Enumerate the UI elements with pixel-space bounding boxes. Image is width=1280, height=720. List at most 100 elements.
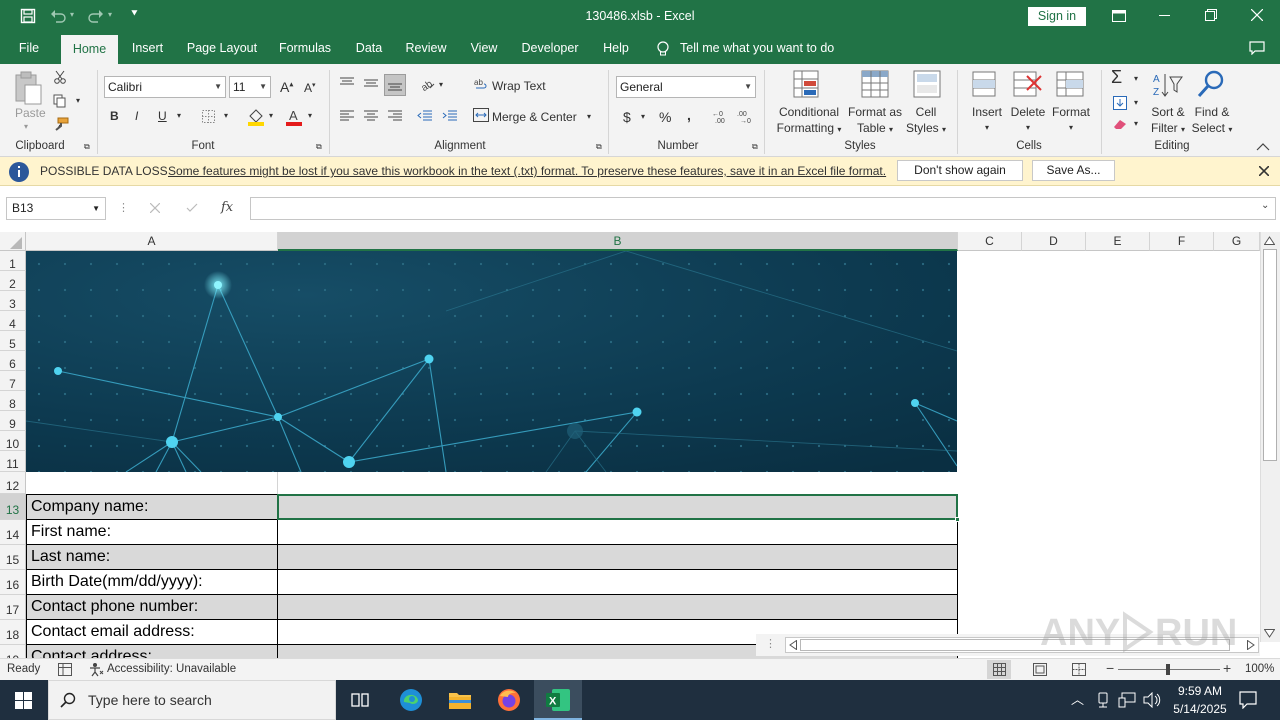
form-value-cell[interactable] [277,594,958,620]
form-label-cell[interactable]: Company name: [26,494,278,520]
scroll-down-icon[interactable] [1264,629,1275,638]
scroll-left-icon[interactable] [789,640,797,650]
zoom-out-icon[interactable]: − [1106,660,1114,676]
ribbon-display-options-icon[interactable] [1112,10,1126,22]
number-format-combo[interactable]: General ▼ [616,76,756,98]
tell-me-search[interactable]: Tell me what you want to do [680,33,840,64]
format-cells-icon[interactable] [1056,70,1086,102]
underline-dropdown-icon[interactable]: ▾ [177,111,181,120]
macro-recording-icon[interactable] [58,663,72,676]
fill-handle[interactable] [955,517,960,522]
bold-button[interactable]: B [110,109,119,123]
row-header-3[interactable]: 3 [0,291,26,311]
column-header-e[interactable]: E [1086,232,1150,251]
row-header-9[interactable]: 9 [0,411,26,431]
expand-formula-bar-icon[interactable]: ⌄ [1261,200,1269,211]
form-label-cell[interactable]: Birth Date(mm/dd/yyyy): [26,569,278,595]
redo-icon[interactable] [88,9,104,23]
merge-center-icon[interactable] [473,108,489,122]
form-label-cell[interactable]: First name: [26,519,278,545]
paste-dropdown-icon[interactable]: ▾ [24,122,28,131]
zoom-in-icon[interactable]: + [1223,660,1231,676]
delete-cells-icon[interactable] [1013,70,1043,102]
save-icon[interactable] [20,8,36,24]
cell-styles-button[interactable]: Cell Styles ▾ [900,104,952,138]
minimize-icon[interactable] [1159,15,1170,17]
cancel-entry-icon[interactable] [150,203,160,213]
align-right-icon[interactable] [387,110,403,122]
accounting-dropdown-icon[interactable]: ▾ [641,112,645,121]
format-as-table-icon[interactable] [861,70,891,102]
decrease-font-size-icon[interactable]: A▾ [304,81,316,95]
row-header-6[interactable]: 6 [0,351,26,371]
column-header-c[interactable]: C [958,232,1022,251]
borders-dropdown-icon[interactable]: ▾ [224,111,228,120]
decrease-indent-icon[interactable] [417,110,433,122]
increase-font-size-icon[interactable]: A▴ [280,79,293,95]
orientation-icon[interactable]: ab [418,76,436,92]
network-tray-icon[interactable] [1096,692,1110,708]
tab-insert[interactable]: Insert [124,33,171,64]
collapse-ribbon-icon[interactable] [1256,142,1270,151]
font-color-icon[interactable]: A [285,108,303,126]
insert-cells-button[interactable]: Insert ▾ [965,104,1009,136]
row-header-11[interactable]: 11 [0,451,26,472]
notifications-icon[interactable] [1239,691,1257,709]
page-layout-view-icon[interactable] [1033,663,1047,676]
fill-color-dropdown-icon[interactable]: ▾ [269,111,273,120]
row-header-13[interactable]: 13 [0,494,26,520]
windows-start-icon[interactable] [15,692,32,709]
zoom-level[interactable]: 100% [1245,663,1274,675]
paste-button[interactable]: Paste [15,106,46,120]
fill-color-icon[interactable] [247,108,265,126]
row-header-1[interactable]: 1 [0,251,26,271]
firefox-icon[interactable] [497,688,521,712]
message-link[interactable]: Some features might be lost if you save … [168,164,886,178]
tab-file[interactable]: File [10,33,48,64]
autosum-icon[interactable]: Σ [1111,67,1122,88]
font-color-dropdown-icon[interactable]: ▾ [308,111,312,120]
cell-styles-icon[interactable] [913,70,943,102]
number-launcher-icon[interactable]: ⧉ [752,142,758,152]
insert-function-button[interactable]: fx [221,200,233,215]
scroll-up-icon[interactable] [1264,236,1275,245]
clipboard-launcher-icon[interactable]: ⧉ [84,142,90,152]
font-size-combo[interactable]: 11 ▼ [229,76,271,98]
row-header-2[interactable]: 2 [0,271,26,291]
tab-formulas[interactable]: Formulas [274,33,336,64]
row-header-17[interactable]: 17 [0,595,26,620]
accessibility-icon[interactable] [89,662,105,677]
row-header-16[interactable]: 16 [0,570,26,595]
font-launcher-icon[interactable]: ⧉ [316,142,322,152]
row-header-8[interactable]: 8 [0,391,26,411]
tab-home[interactable]: Home [61,35,118,64]
font-name-combo[interactable]: Calibri ▼ [104,76,226,98]
borders-icon[interactable] [202,110,215,123]
column-header-f[interactable]: F [1150,232,1214,251]
row-header-4[interactable]: 4 [0,311,26,331]
close-message-icon[interactable] [1259,166,1269,176]
form-label-cell[interactable]: Contact phone number: [26,594,278,620]
sign-in-button[interactable]: Sign in [1028,7,1086,26]
align-center-icon[interactable] [363,110,379,122]
edge-browser-icon[interactable] [399,688,423,712]
wrap-text-button[interactable]: Wrap Text [492,79,546,93]
find-select-button[interactable]: Find & Select ▾ [1188,104,1236,138]
merge-center-button[interactable]: Merge & Center [492,110,577,124]
name-box[interactable]: B13 ▼ [6,197,106,220]
vertical-scroll-thumb[interactable] [1263,249,1277,461]
delete-cells-button[interactable]: Delete ▾ [1006,104,1050,136]
comma-style-button[interactable]: , [687,107,691,123]
clear-icon[interactable] [1112,118,1128,130]
top-align-icon[interactable] [339,77,355,89]
fill-icon[interactable] [1113,96,1127,110]
form-value-cell[interactable] [277,519,958,545]
fill-dropdown-icon[interactable]: ▾ [1134,98,1138,107]
redo-dropdown-icon[interactable]: ▾ [108,10,112,19]
row-header-7[interactable]: 7 [0,371,26,391]
row-header-5[interactable]: 5 [0,331,26,351]
form-label-cell[interactable]: Contact email address: [26,619,278,645]
sort-filter-icon[interactable]: AZ [1153,71,1183,101]
volume-tray-icon[interactable] [1143,692,1161,708]
dont-show-again-button[interactable]: Don't show again [897,160,1023,181]
